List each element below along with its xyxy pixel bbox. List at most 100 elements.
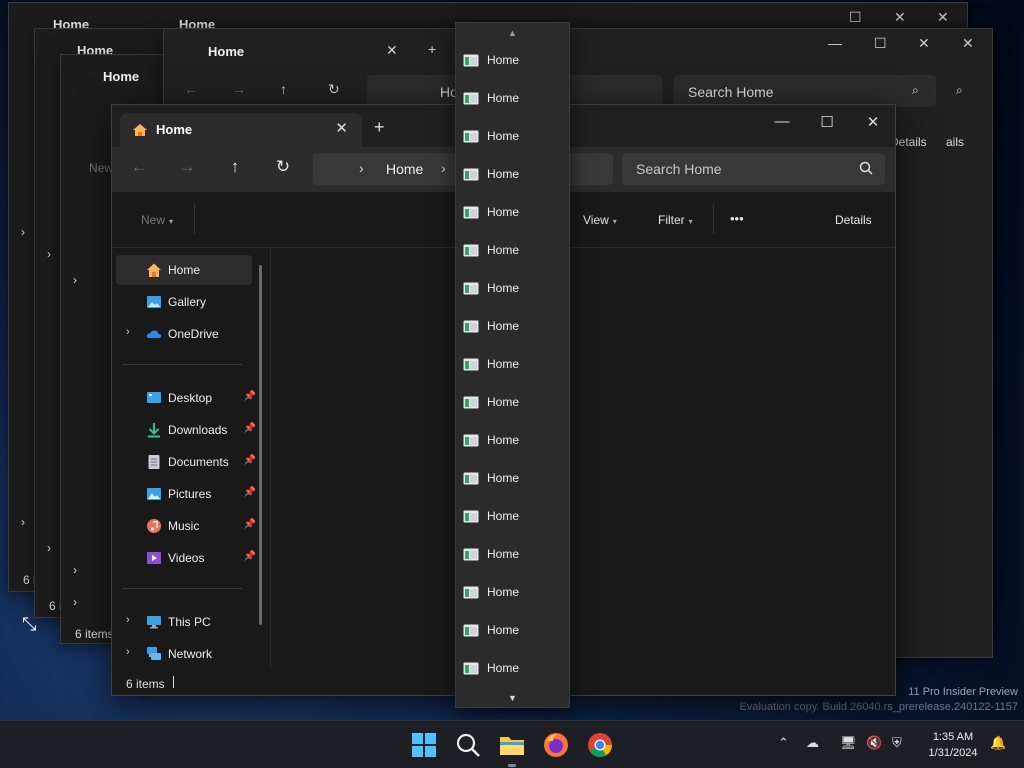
pin-icon[interactable]: 📌 — [244, 423, 256, 434]
new-tab-button[interactable]: + — [428, 41, 436, 57]
view-button[interactable]: View ▾ — [583, 213, 617, 227]
maximize-button[interactable]: ☐ — [849, 9, 862, 26]
volume-muted-icon[interactable]: 🔇 — [866, 735, 882, 751]
search-icon[interactable]: ⌕ — [912, 83, 919, 98]
sidebar-item-network[interactable]: › Network — [116, 639, 252, 669]
new-button[interactable]: New — [89, 161, 113, 175]
pin-icon[interactable]: 📌 — [244, 551, 256, 562]
resize-cursor-icon: ⤡ — [22, 614, 37, 634]
close-tab-button[interactable]: ✕ — [335, 119, 348, 137]
file-explorer-icon[interactable] — [498, 731, 526, 767]
close-button[interactable]: ✕ — [918, 35, 930, 52]
new-button[interactable]: New ▾ — [141, 213, 173, 227]
dropdown-item-home[interactable]: Home — [456, 270, 569, 308]
scroll-up-arrow-icon[interactable]: ▲ — [456, 28, 569, 38]
filter-button[interactable]: Filter ▾ — [658, 213, 693, 227]
dropdown-item-home[interactable]: Home — [456, 384, 569, 422]
expand-chevron[interactable]: › — [21, 225, 25, 239]
sidebar-item-desktop[interactable]: Desktop 📌 — [116, 383, 256, 413]
dropdown-item-home[interactable]: Home — [456, 232, 569, 270]
details-button[interactable]: ails — [946, 135, 964, 149]
minimize-button[interactable]: — — [759, 113, 805, 130]
pin-icon[interactable]: 📌 — [244, 487, 256, 498]
search-icon[interactable] — [859, 161, 873, 175]
shield-icon[interactable]: ⛨ — [892, 735, 902, 751]
close-tab-button[interactable]: ✕ — [386, 42, 398, 59]
chevron-right-icon[interactable]: › — [359, 160, 364, 176]
sidebar-item-onedrive[interactable]: › OneDrive — [116, 319, 252, 349]
dropdown-item-home[interactable]: Home — [456, 536, 569, 574]
chevron-right-icon[interactable]: › — [126, 646, 130, 658]
sidebar-item-documents[interactable]: Documents 📌 — [116, 447, 256, 477]
chevron-up-icon[interactable]: ⌃ — [778, 735, 789, 751]
forward-button[interactable]: → — [174, 157, 200, 177]
close-button[interactable]: ✕ — [850, 113, 896, 131]
sidebar-item-downloads[interactable]: Downloads 📌 — [116, 415, 256, 445]
close-button[interactable]: ✕ — [962, 35, 974, 52]
search-icon[interactable]: ⌕ — [956, 83, 963, 98]
dropdown-item-home[interactable]: Home — [456, 650, 569, 688]
up-button[interactable]: ↑ — [280, 81, 287, 97]
dropdown-item-home[interactable]: Home — [456, 612, 569, 650]
clock[interactable]: 1:35 AM 1/31/2024 — [920, 729, 986, 761]
more-options-button[interactable]: ••• — [730, 211, 744, 226]
sidebar-item-videos[interactable]: Videos 📌 — [116, 543, 256, 573]
expand-chevron[interactable]: › — [73, 273, 77, 287]
close-button[interactable]: ✕ — [894, 9, 906, 26]
expand-chevron[interactable]: › — [73, 595, 77, 609]
dropdown-item-home[interactable]: Home — [456, 80, 569, 118]
pin-icon[interactable]: 📌 — [244, 391, 256, 402]
dropdown-item-label: Home — [487, 395, 520, 409]
chrome-icon[interactable] — [586, 731, 614, 759]
sidebar-item-home[interactable]: Home — [116, 255, 252, 285]
maximize-button[interactable]: ☐ — [874, 35, 887, 52]
dropdown-item-home[interactable]: Home — [456, 346, 569, 384]
maximize-button[interactable]: ☐ — [804, 113, 850, 131]
back-button[interactable]: ← — [126, 157, 152, 177]
expand-chevron[interactable]: › — [47, 247, 51, 261]
tab-home[interactable]: Home ✕ — [120, 113, 362, 147]
dropdown-item-home[interactable]: Home — [456, 118, 569, 156]
dropdown-item-home[interactable]: Home — [456, 574, 569, 612]
dropdown-item-label: Home — [487, 661, 520, 675]
sidebar-item-gallery[interactable]: Gallery — [116, 287, 252, 317]
pin-icon[interactable]: 📌 — [244, 519, 256, 530]
sidebar-item-music[interactable]: Music 📌 — [116, 511, 256, 541]
sidebar-item-label: Gallery — [168, 295, 207, 309]
refresh-button[interactable]: ↻ — [270, 157, 296, 177]
chevron-right-icon[interactable]: › — [126, 326, 130, 338]
dropdown-item-home[interactable]: Home — [456, 498, 569, 536]
sidebar-item-pictures[interactable]: Pictures 📌 — [116, 479, 256, 509]
expand-chevron[interactable]: › — [21, 515, 25, 529]
scroll-down-arrow-icon[interactable]: ▼ — [456, 693, 569, 703]
minimize-button[interactable]: — — [828, 35, 842, 51]
sidebar-item-this-pc[interactable]: › This PC — [116, 607, 252, 637]
notification-bell-icon[interactable]: 🔔 — [990, 735, 1006, 751]
pin-icon[interactable]: 📌 — [244, 455, 256, 466]
details-button[interactable]: Details — [835, 213, 872, 227]
dropdown-item-home[interactable]: Home — [456, 422, 569, 460]
breadcrumb-home[interactable]: Home — [386, 161, 423, 177]
expand-chevron[interactable]: › — [73, 563, 77, 577]
up-button[interactable]: ↑ — [222, 157, 248, 177]
dropdown-item-home[interactable]: Home — [456, 308, 569, 346]
chevron-right-icon[interactable]: › — [441, 160, 446, 176]
navigation-history-dropdown[interactable]: ▲ ▼ Home Home Home Home Home Home Home Home Home… — [455, 22, 570, 708]
network-icon[interactable]: 🖥 — [840, 735, 857, 751]
firefox-icon[interactable] — [542, 731, 570, 759]
cloud-offline-icon[interactable]: ☁ — [806, 735, 819, 751]
expand-chevron[interactable]: › — [47, 541, 51, 555]
close-button[interactable]: ✕ — [937, 9, 949, 26]
forward-button[interactable]: → — [232, 81, 246, 97]
back-button[interactable]: ← — [184, 81, 198, 97]
start-icon[interactable] — [410, 731, 438, 759]
search-icon[interactable] — [454, 731, 482, 759]
dropdown-item-home[interactable]: Home — [456, 460, 569, 498]
dropdown-item-home[interactable]: Home — [456, 194, 569, 232]
dropdown-item-home[interactable]: Home — [456, 42, 569, 80]
refresh-button[interactable]: ↻ — [328, 81, 340, 98]
search-box[interactable]: Search Home — [622, 153, 885, 185]
new-tab-button[interactable]: + — [374, 117, 385, 138]
chevron-right-icon[interactable]: › — [126, 614, 130, 626]
dropdown-item-home[interactable]: Home — [456, 156, 569, 194]
